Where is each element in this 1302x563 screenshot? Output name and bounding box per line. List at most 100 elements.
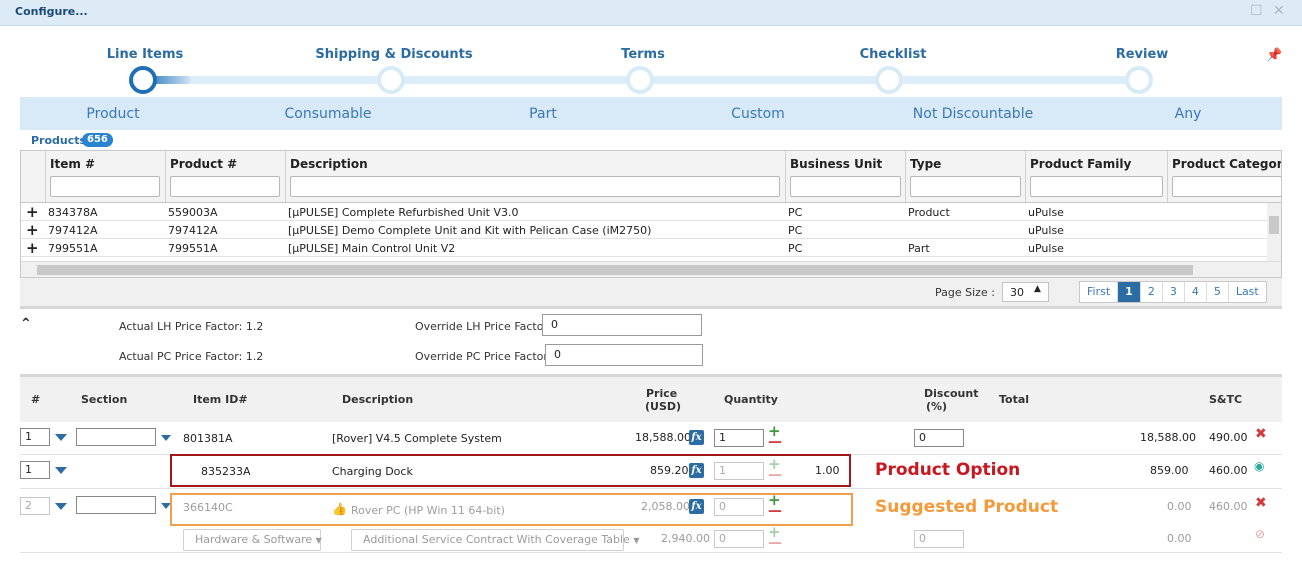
step-shipping-discounts[interactable]: Shipping & Discounts xyxy=(315,47,472,62)
horizontal-scroll-thumb[interactable] xyxy=(37,265,1193,275)
chevron-down-icon[interactable] xyxy=(55,467,67,474)
header-discount-unit: (%) xyxy=(926,400,948,413)
section-input[interactable] xyxy=(76,496,156,514)
col-product-family[interactable]: Product Family xyxy=(1025,151,1167,203)
header-num: # xyxy=(31,393,41,406)
page-last-button[interactable]: Last xyxy=(1229,282,1266,302)
plus-icon[interactable]: + xyxy=(26,203,39,221)
close-icon[interactable]: ✕ xyxy=(1273,4,1285,18)
line-number-input[interactable]: 1 xyxy=(20,461,50,479)
page-size-select[interactable]: 30 ▲ xyxy=(1002,282,1049,302)
hardware-software-dropdown[interactable]: Hardware & Software ▼ xyxy=(183,529,322,551)
cell-description: [µPULSE] Demo Complete Unit and Kit with… xyxy=(288,224,652,237)
step-circle-checklist[interactable] xyxy=(875,66,903,94)
tab-part[interactable]: Part xyxy=(529,106,557,122)
pin-icon[interactable]: 📌 xyxy=(1266,48,1282,63)
tab-any[interactable]: Any xyxy=(1175,106,1202,122)
plus-icon[interactable]: + xyxy=(26,239,39,257)
step-circle-review[interactable] xyxy=(1125,66,1153,94)
eye-icon[interactable]: ◉ xyxy=(1254,459,1264,473)
filter-product-family-input[interactable] xyxy=(1030,176,1163,197)
override-pc-label: Override PC Price Factor: xyxy=(415,350,552,363)
item-total: 0.00 xyxy=(1167,532,1192,545)
col-product-category[interactable]: Product Categor xyxy=(1167,151,1281,203)
table-row[interactable]: + 799551A 799551A [µPULSE] Main Control … xyxy=(21,239,1281,257)
cell-business-unit: PC xyxy=(788,206,803,219)
discount-input[interactable]: 0 xyxy=(914,530,964,548)
maximize-icon[interactable]: ☐ xyxy=(1250,4,1263,18)
step-review[interactable]: Review xyxy=(1116,47,1169,62)
product-option-annotation: Product Option xyxy=(875,460,1021,480)
override-lh-input[interactable]: 0 xyxy=(542,314,702,336)
page-1-button[interactable]: 1 xyxy=(1118,282,1141,302)
tab-product[interactable]: Product xyxy=(86,106,139,122)
page-3-button[interactable]: 3 xyxy=(1163,282,1185,302)
quantity-input[interactable]: 1 xyxy=(714,429,764,447)
title-bar: Configure... ☐ ✕ xyxy=(0,0,1302,26)
plus-icon[interactable]: + xyxy=(26,221,39,239)
col-item[interactable]: Item # xyxy=(45,151,165,203)
discount-input[interactable]: 0 xyxy=(914,429,964,447)
header-price: Price xyxy=(646,387,678,400)
horizontal-scrollbar[interactable] xyxy=(21,261,1281,277)
vertical-scroll-thumb[interactable] xyxy=(1269,216,1279,234)
header-quantity: Quantity xyxy=(724,393,778,406)
dropdown-label: Additional Service Contract With Coverag… xyxy=(363,533,630,546)
filter-product-input[interactable] xyxy=(170,176,280,197)
step-checklist[interactable]: Checklist xyxy=(860,47,927,62)
fx-icon[interactable]: fx xyxy=(689,430,704,445)
grid-header: Item # Product # Description Business Un… xyxy=(21,151,1281,203)
col-item-title: Item # xyxy=(50,157,96,171)
filter-product-category-input[interactable] xyxy=(1172,176,1281,197)
chevron-down-icon[interactable] xyxy=(55,434,67,441)
eye-off-icon[interactable]: ⊘ xyxy=(1255,527,1265,541)
line-number-input[interactable]: 1 xyxy=(20,428,50,446)
tab-consumable[interactable]: Consumable xyxy=(285,106,372,122)
chevron-up-icon[interactable]: ⌃ xyxy=(20,316,32,332)
chevron-down-icon[interactable] xyxy=(161,435,171,441)
quantity-input[interactable]: 0 xyxy=(714,530,764,548)
tab-not-discountable[interactable]: Not Discountable xyxy=(913,106,1033,122)
item-price: 18,588.00 xyxy=(635,431,691,444)
vertical-scrollbar[interactable] xyxy=(1267,203,1281,261)
page-first-button[interactable]: First xyxy=(1080,282,1119,302)
delete-icon[interactable]: ✖ xyxy=(1255,426,1267,442)
step-terms[interactable]: Terms xyxy=(621,47,665,62)
page-5-button[interactable]: 5 xyxy=(1207,282,1229,302)
step-circle-shipping[interactable] xyxy=(377,66,405,94)
col-product[interactable]: Product # xyxy=(165,151,285,203)
chevron-up-icon[interactable]: ▲ xyxy=(1034,284,1041,294)
section-input[interactable] xyxy=(76,428,156,446)
col-business-unit[interactable]: Business Unit xyxy=(785,151,905,203)
filter-type-input[interactable] xyxy=(910,176,1021,197)
cell-business-unit: PC xyxy=(788,224,803,237)
service-contract-dropdown[interactable]: Additional Service Contract With Coverag… xyxy=(351,529,639,551)
page-4-button[interactable]: 4 xyxy=(1185,282,1207,302)
cell-product: 559003A xyxy=(168,206,218,219)
filter-business-unit-input[interactable] xyxy=(790,176,901,197)
step-circle-line-items[interactable] xyxy=(129,66,157,94)
row-divider xyxy=(20,552,1282,553)
line-number-input[interactable]: 2 xyxy=(20,497,50,515)
override-pc-input[interactable]: 0 xyxy=(545,344,703,366)
page-2-button[interactable]: 2 xyxy=(1141,282,1163,302)
quantity-stepper[interactable]: + — xyxy=(768,424,782,450)
table-row[interactable]: + 797412A 797412A [µPULSE] Demo Complete… xyxy=(21,221,1281,239)
col-description[interactable]: Description xyxy=(285,151,785,203)
filter-item-input[interactable] xyxy=(50,176,160,197)
quantity-stepper[interactable]: + — xyxy=(768,525,782,551)
table-row[interactable]: + 834378A 559003A [µPULSE] Complete Refu… xyxy=(21,203,1281,221)
tab-custom[interactable]: Custom xyxy=(731,106,785,122)
filter-description-input[interactable] xyxy=(290,176,780,197)
cell-family: uPulse xyxy=(1028,242,1064,255)
step-line-items[interactable]: Line Items xyxy=(107,47,184,62)
cell-item: 797412A xyxy=(48,224,98,237)
chevron-down-icon[interactable] xyxy=(55,503,67,510)
step-circle-terms[interactable] xyxy=(626,66,654,94)
cell-business-unit: PC xyxy=(788,242,803,255)
item-total: 18,588.00 xyxy=(1140,431,1196,444)
header-item-id: Item ID# xyxy=(193,393,248,406)
col-type[interactable]: Type xyxy=(905,151,1025,203)
header-stc: S&TC xyxy=(1209,393,1243,406)
delete-icon[interactable]: ✖ xyxy=(1255,495,1267,511)
